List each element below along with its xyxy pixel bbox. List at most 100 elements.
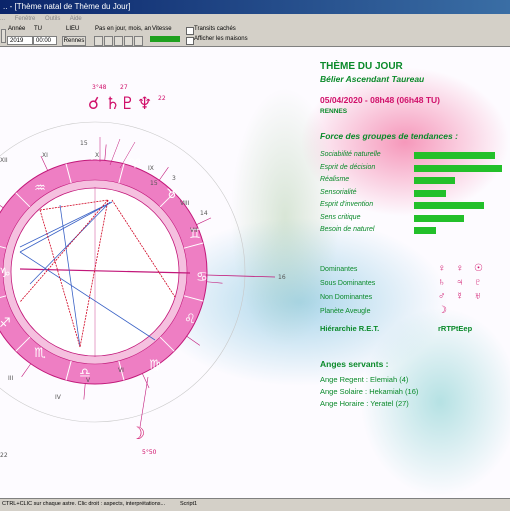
sub-dominant-pluto-icon[interactable]: ♇ <box>474 277 482 288</box>
degree-label-16: 16 <box>278 274 286 281</box>
degree-label-14: 14 <box>200 210 208 217</box>
ange-horaire: Ange Horaire : Yeratel (27) <box>320 399 409 408</box>
menu-item-file[interactable]: ... <box>0 16 5 22</box>
force-title: Force des groupes de tendances : <box>320 131 458 141</box>
step-day-button[interactable] <box>94 36 103 46</box>
step-forward-button[interactable] <box>134 36 143 46</box>
degree-label-2: 27 <box>120 84 128 91</box>
tu-field[interactable]: 00:00 <box>33 36 57 45</box>
sign-cancer-glyph: ♋ <box>196 270 208 285</box>
window-title: .. - [Thème natal de Thème du Jour] <box>3 2 131 11</box>
tendency-label: Sensorialité <box>320 188 357 196</box>
panel-title: THÈME DU JOUR <box>320 61 403 72</box>
degree-label-1: 3°48 <box>92 84 107 91</box>
degree-label-15b: 15 <box>150 180 158 187</box>
lieu-button[interactable]: Rennes <box>62 36 86 46</box>
sub-dominant-jupiter-icon[interactable]: ♃ <box>456 277 464 288</box>
blind-planet-moon-icon[interactable]: ☽ <box>438 305 447 316</box>
house-label-xii: XII <box>0 157 8 164</box>
menu-item-aide[interactable]: Aide <box>70 16 82 22</box>
tu-label: TU <box>34 26 42 32</box>
step-back-button[interactable] <box>124 36 133 46</box>
planete-aveugle-label: Planète Aveugle <box>320 308 371 315</box>
sign-scorpio-glyph: ♏ <box>34 346 46 361</box>
tendency-label: Sens critique <box>320 213 361 221</box>
non-dominant-mercury-icon[interactable]: ☿ <box>456 291 464 302</box>
degree-label-4: 5°50 <box>142 449 157 456</box>
tendency-bar <box>414 227 436 234</box>
anges-title: Anges servants : <box>320 359 389 369</box>
transits-label: Transits cachés <box>194 26 236 32</box>
sign-taurus-glyph: ♉ <box>166 187 178 202</box>
sub-dominant-saturn-icon[interactable]: ♄ <box>438 277 446 288</box>
house-label-ix: IX <box>148 165 154 172</box>
speed-slider[interactable] <box>150 36 180 42</box>
house-label-iii: III <box>8 375 14 382</box>
degree-label-15a: 15 <box>80 140 88 147</box>
maisons-checkbox[interactable] <box>186 37 194 45</box>
degree-label-22b: 22 <box>0 452 8 459</box>
transits-checkbox[interactable] <box>186 27 194 35</box>
tendency-bar <box>414 202 484 209</box>
ange-solaire: Ange Solaire : Hekamiah (16) <box>320 387 419 396</box>
panel-datetime: 05/04/2020 - 08h48 (06h48 TU) <box>320 95 441 105</box>
step-year-button[interactable] <box>114 36 123 46</box>
tendency-bar <box>414 177 455 184</box>
sign-virgo-glyph: ♍ <box>149 358 161 373</box>
lieu-label: LIEU <box>66 26 80 32</box>
house-cusp <box>83 383 86 400</box>
step-month-button[interactable] <box>104 36 113 46</box>
house-label-iv: IV <box>55 394 62 401</box>
status-hint: CTRL+CLIC sur chaque astre. Clic droit :… <box>2 501 166 507</box>
menu-item-outils[interactable]: Outils <box>45 16 60 22</box>
sign-leo-glyph: ♌ <box>184 312 196 327</box>
annee-field[interactable]: 2019 <box>7 36 33 45</box>
dominant-sun-icon[interactable]: ☉ <box>474 263 483 274</box>
title-bar: .. - [Thème natal de Thème du Jour] <box>0 0 510 14</box>
house-cusp <box>104 144 107 161</box>
vitesse-label: Vitesse <box>152 26 172 32</box>
chart-canvas: ♓ ♈ ♉ ♊ ♋ ♌ ♍ ♎ ♏ ♐ ♑ ♒ ☌ ♄ ♇ ♆ ☽ 3°48 2… <box>0 47 510 498</box>
house-label-viii: VIII <box>180 200 190 207</box>
sign-capricorn-glyph: ♑ <box>0 266 11 281</box>
hierarchie-label: Hiérarchie R.E.T. <box>320 324 380 333</box>
astro-wheel[interactable]: ♓ ♈ ♉ ♊ ♋ ♌ ♍ ♎ ♏ ♐ ♑ ♒ ☌ ♄ ♇ ♆ ☽ 3°48 2… <box>0 47 300 498</box>
planet-pluto-icon[interactable]: ♇ <box>120 94 135 114</box>
non-dominant-uranus-icon[interactable]: ♅ <box>474 291 482 302</box>
toolbar-grip[interactable] <box>1 29 6 43</box>
menu-bar: ... Fenêtre Outils Aide <box>0 14 510 25</box>
tendency-label: Esprit d'invention <box>320 201 374 208</box>
non-dominant-mars-icon[interactable]: ♂ <box>438 291 446 302</box>
sign-sagittarius-glyph: ♐ <box>0 316 11 331</box>
menu-item-fenetre[interactable]: Fenêtre <box>15 16 36 22</box>
pas-label: Pas en jour, mois, an <box>95 26 152 32</box>
toolbar: Année 2019 TU 00:00 LIEU Rennes Pas en j… <box>0 25 510 47</box>
degree-label-3b: 3 <box>172 175 176 182</box>
sign-aquarius-glyph: ♒ <box>34 181 46 196</box>
annee-label: Année <box>8 26 26 32</box>
dominant-planet-icon-2[interactable]: ♀ <box>456 263 464 274</box>
tendency-label: Réalisme <box>320 176 350 183</box>
house-cusp <box>0 205 4 209</box>
tendency-label: Besoin de naturel <box>320 226 375 233</box>
degree-label-3: 22 <box>158 95 166 102</box>
dominant-planet-icon-1[interactable]: ♀ <box>438 263 446 274</box>
sign-aries-glyph: ♈ <box>129 157 141 172</box>
ange-regent: Ange Regent : Elemiah (4) <box>320 375 409 384</box>
dominantes-label: Dominantes <box>320 266 358 273</box>
maisons-label: Afficher les maisons <box>194 36 248 42</box>
hierarchie-value: rRTPtEep <box>438 324 473 333</box>
house-cusp <box>186 335 201 346</box>
tendency-bar <box>414 214 464 222</box>
planet-saturn-icon[interactable]: ♆ <box>137 94 152 114</box>
house-label-vii: VII <box>190 227 198 234</box>
house-cusp <box>21 363 32 378</box>
house-label-xi: XI <box>42 152 48 159</box>
non-dominantes-label: Non Dominantes <box>320 294 373 301</box>
status-bar: CTRL+CLIC sur chaque astre. Clic droit :… <box>0 498 510 511</box>
planet-moon-icon[interactable]: ☌ <box>88 94 99 114</box>
house-cusp <box>158 166 169 181</box>
planet-moon-crescent-icon[interactable]: ☽ <box>130 424 145 444</box>
panel-subtitle: Bélier Ascendant Taureau <box>320 74 425 84</box>
planet-jupiter-icon[interactable]: ♄ <box>105 94 120 114</box>
